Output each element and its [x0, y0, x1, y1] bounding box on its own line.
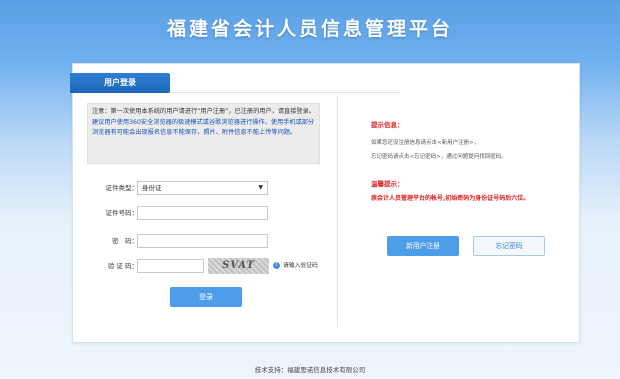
login-tab[interactable]: 用户登录: [70, 73, 170, 93]
password-input[interactable]: [137, 234, 268, 248]
info-icon: !: [273, 262, 280, 269]
id-type-value: 身份证: [142, 184, 162, 192]
id-number-input[interactable]: [137, 206, 268, 220]
login-button[interactable]: 登录: [170, 287, 242, 307]
captcha-image[interactable]: SVAT: [208, 258, 269, 274]
captcha-hint: 请输入验证码: [283, 263, 318, 269]
column-divider: [337, 96, 338, 326]
info-line-forgot: 忘记密码请点击<忘记密码>，通过问题提问找回密码。: [371, 154, 507, 160]
captcha-label: 验 证 码：: [107, 262, 138, 270]
forgot-password-button[interactable]: 忘记密码: [473, 236, 545, 256]
register-button[interactable]: 新用户注册: [387, 236, 459, 256]
info-title: 提示信息：: [371, 121, 404, 129]
footer-support-text: 技术支持：福建思诺信息技术有限公司: [254, 366, 366, 374]
password-label: 密 码：: [112, 237, 138, 245]
site-title: 福建省会计人员信息管理平台: [166, 18, 453, 40]
warning-text: 原会计人员管理平台的帐号,初始密码为身份证号码后六位。: [371, 195, 530, 202]
captcha-input[interactable]: [137, 259, 204, 273]
id-number-label: 证件号码：: [105, 209, 139, 217]
info-line-register: 如果您还没注册信息请点击<新用户注册>，: [371, 140, 480, 146]
id-type-label: 证件类型：: [105, 184, 139, 192]
login-panel: 用户登录 注意：第一次使用本系统的用户请进行“用户注册”，已注册的用户，请直接登…: [70, 63, 580, 343]
warning-title: 温馨提示：: [371, 180, 404, 188]
dropdown-arrow-icon: ▼: [258, 184, 263, 191]
id-type-select[interactable]: 身份证 ▼: [137, 181, 268, 195]
login-notice: 注意：第一次使用本系统的用户请进行“用户注册”，已注册的用户，请直接登录。建议用…: [87, 103, 320, 164]
notice-browser-tip: 建议用户使用360安全浏览器的极速模式或谷歌浏览器进行操作，使用手机或部分浏览器…: [92, 118, 315, 137]
tab-divider-line: [170, 92, 400, 93]
notice-text: 注意：第一次使用本系统的用户请进行“用户注册”，已注册的用户，请直接登录。: [92, 108, 315, 115]
